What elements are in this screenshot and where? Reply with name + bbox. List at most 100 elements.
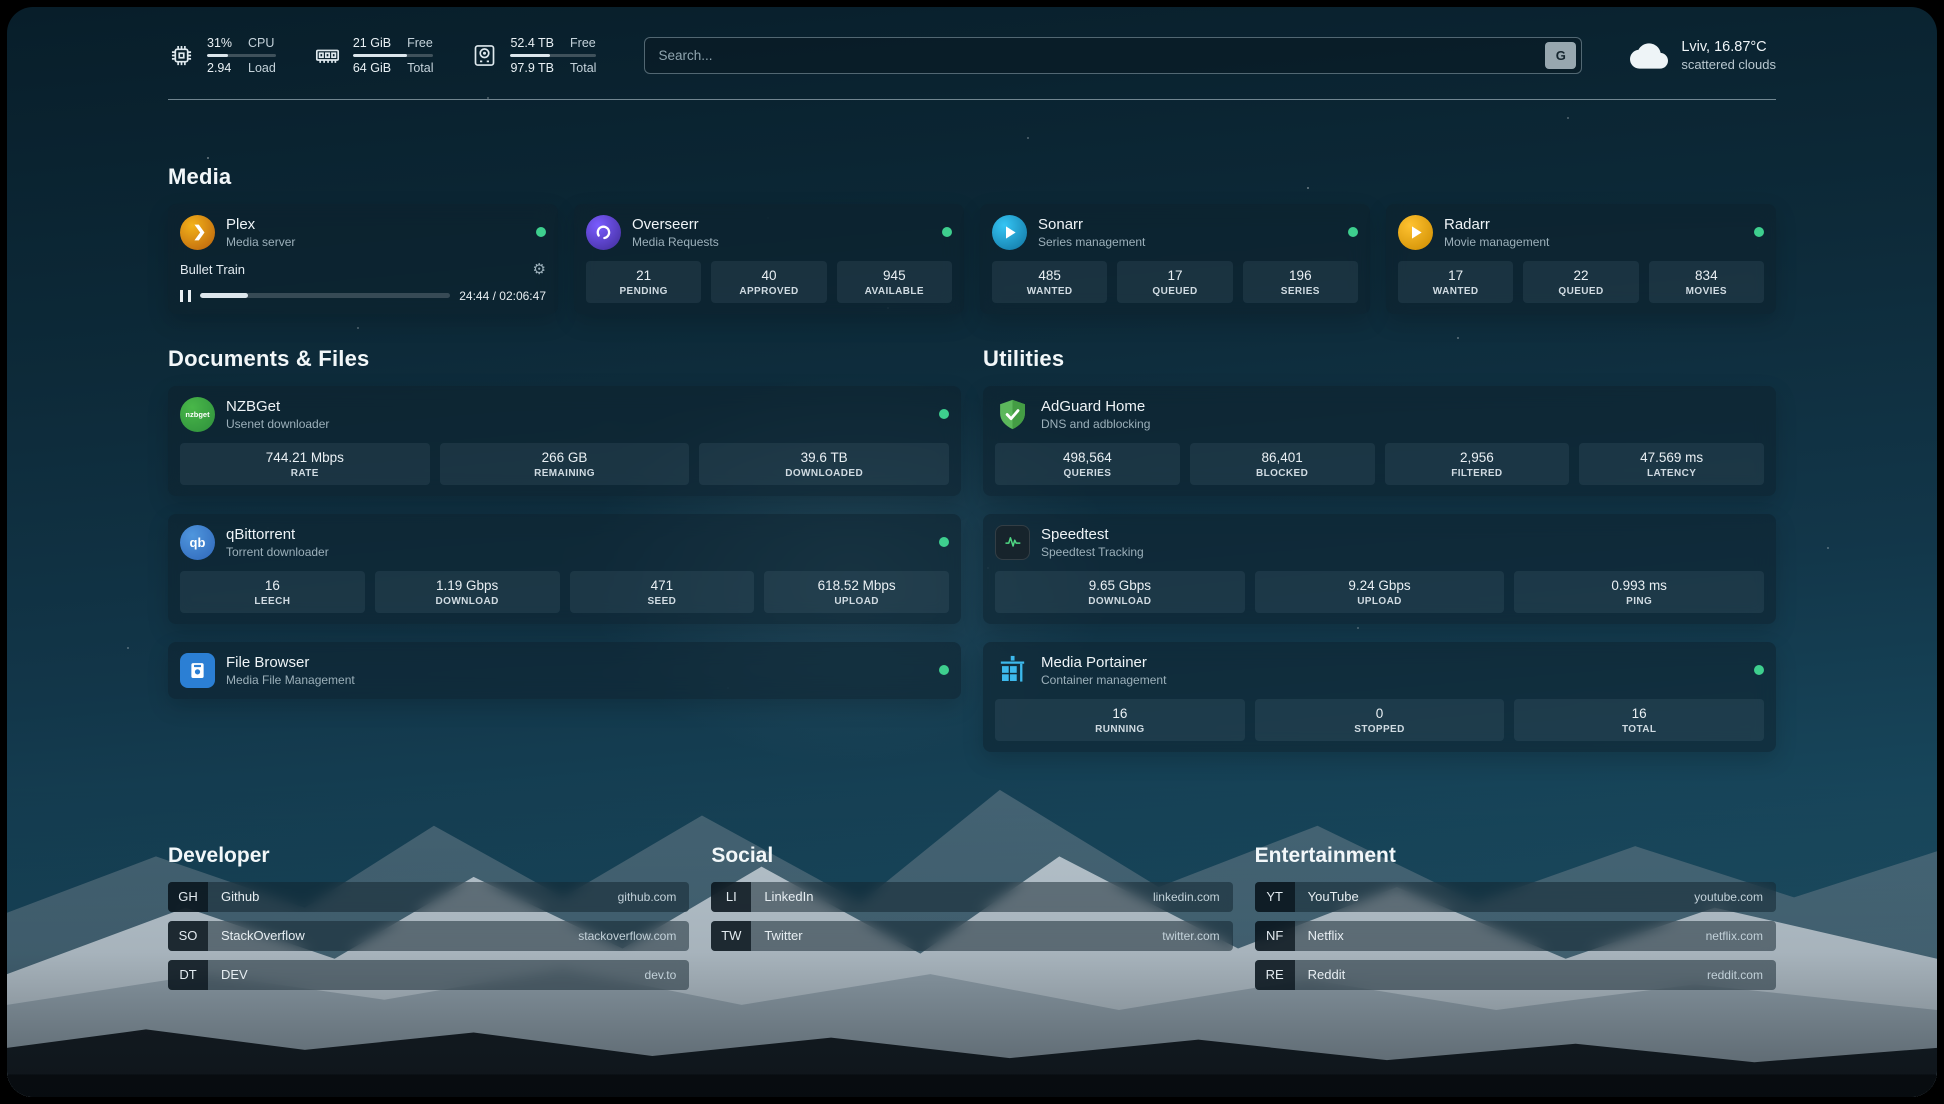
bookmark-url: github.com xyxy=(618,882,677,912)
status-dot xyxy=(1754,227,1764,237)
service-name: NZBGet xyxy=(226,398,329,415)
stat-available: 945AVAILABLE xyxy=(837,261,952,303)
bookmark-name: Github xyxy=(221,882,259,912)
service-card-speedtest[interactable]: Speedtest Speedtest Tracking 9.65 GbpsDO… xyxy=(983,514,1776,624)
stat-queued: 22QUEUED xyxy=(1523,261,1638,303)
memory-total: 64 GiB xyxy=(353,60,391,76)
dashboard-window: 31% CPU 2.94 Load 21 GiB xyxy=(7,7,1937,1097)
bookmark-name: YouTube xyxy=(1308,882,1359,912)
cpu-widget: 31% CPU 2.94 Load xyxy=(168,35,276,77)
gear-icon[interactable]: ⚙ xyxy=(533,262,546,277)
stat-latency: 47.569 msLATENCY xyxy=(1579,443,1764,485)
plex-icon xyxy=(180,215,215,250)
stat-leech: 16LEECH xyxy=(180,571,365,613)
bookmark-url: twitter.com xyxy=(1162,921,1219,951)
stat-download: 9.65 GbpsDOWNLOAD xyxy=(995,571,1245,613)
playback-progress-bar xyxy=(200,293,450,298)
stat-upload: 618.52 MbpsUPLOAD xyxy=(764,571,949,613)
bookmark-youtube[interactable]: YT YouTube youtube.com xyxy=(1255,882,1776,912)
service-card-nzbget[interactable]: nzbget NZBGet Usenet downloader 744.21 M… xyxy=(168,386,961,496)
cpu-usage-bar xyxy=(207,54,276,57)
service-name: Overseerr xyxy=(632,216,719,233)
bookmark-abbr: GH xyxy=(168,882,208,912)
bookmark-abbr: RE xyxy=(1255,960,1295,990)
snow-speckles xyxy=(7,7,9,9)
cpu-label: CPU xyxy=(248,35,276,51)
stat-downloaded: 39.6 TBDOWNLOADED xyxy=(699,443,949,485)
service-card-portainer[interactable]: Media Portainer Container management 16R… xyxy=(983,642,1776,752)
qbittorrent-icon: qb xyxy=(180,525,215,560)
service-name: Speedtest xyxy=(1041,526,1144,543)
bookmark-linkedin[interactable]: LI LinkedIn linkedin.com xyxy=(711,882,1232,912)
service-card-plex[interactable]: Plex Media server Bullet Train ⚙ 24:44 /… xyxy=(168,204,558,314)
disk-widget: 52.4 TB Free 97.9 TB Total xyxy=(471,35,596,77)
search-provider-button[interactable]: G xyxy=(1545,42,1576,69)
bookmark-name: Reddit xyxy=(1308,960,1346,990)
stat-pending: 21PENDING xyxy=(586,261,701,303)
bookmark-github[interactable]: GH Github github.com xyxy=(168,882,689,912)
service-card-sonarr[interactable]: Sonarr Series management 485WANTED 17QUE… xyxy=(980,204,1370,314)
bookmark-group-social: Social LI LinkedIn linkedin.com TW Twitt… xyxy=(711,844,1232,999)
cloud-icon xyxy=(1630,37,1668,75)
disk-free: 52.4 TB xyxy=(510,35,554,51)
cpu-load-label: Load xyxy=(248,60,276,76)
memory-total-label: Total xyxy=(407,60,433,76)
service-name: Radarr xyxy=(1444,216,1549,233)
status-dot xyxy=(939,409,949,419)
speedtest-pulse-icon xyxy=(995,525,1030,560)
cpu-icon xyxy=(168,42,195,69)
service-subtitle: Media File Management xyxy=(226,673,355,687)
bookmark-url: netflix.com xyxy=(1706,921,1763,951)
bookmark-url: reddit.com xyxy=(1707,960,1763,990)
service-subtitle: Speedtest Tracking xyxy=(1041,545,1144,559)
service-card-adguard[interactable]: AdGuard Home DNS and adblocking 498,564Q… xyxy=(983,386,1776,496)
service-subtitle: Series management xyxy=(1038,235,1145,249)
service-subtitle: DNS and adblocking xyxy=(1041,417,1150,431)
bookmark-group-entertainment: Entertainment YT YouTube youtube.com NF … xyxy=(1255,844,1776,999)
search-bar[interactable]: G xyxy=(644,37,1582,74)
service-subtitle: Movie management xyxy=(1444,235,1549,249)
bookmark-dev[interactable]: DT DEV dev.to xyxy=(168,960,689,990)
service-name: AdGuard Home xyxy=(1041,398,1150,415)
search-input[interactable] xyxy=(658,48,1537,63)
stat-wanted: 485WANTED xyxy=(992,261,1107,303)
resource-metrics: 31% CPU 2.94 Load 21 GiB xyxy=(168,35,596,77)
service-card-overseerr[interactable]: Overseerr Media Requests 21PENDING 40APP… xyxy=(574,204,964,314)
memory-icon xyxy=(314,42,341,69)
service-subtitle: Container management xyxy=(1041,673,1166,687)
adguard-shield-icon xyxy=(995,397,1030,432)
section-title-documents: Documents & Files xyxy=(168,346,961,372)
pause-button[interactable] xyxy=(180,290,191,302)
service-name: File Browser xyxy=(226,654,355,671)
memory-free: 21 GiB xyxy=(353,35,391,51)
stat-approved: 40APPROVED xyxy=(711,261,826,303)
bookmark-group-developer: Developer GH Github github.com SO StackO… xyxy=(168,844,689,999)
service-subtitle: Media server xyxy=(226,235,295,249)
service-name: Media Portainer xyxy=(1041,654,1166,671)
bookmark-abbr: SO xyxy=(168,921,208,951)
bookmark-netflix[interactable]: NF Netflix netflix.com xyxy=(1255,921,1776,951)
bookmark-group-title: Developer xyxy=(168,844,689,868)
disk-total: 97.9 TB xyxy=(510,60,554,76)
stat-series: 196SERIES xyxy=(1243,261,1358,303)
service-card-filebrowser[interactable]: File Browser Media File Management xyxy=(168,642,961,699)
section-media: Media Plex Media server xyxy=(168,164,1776,314)
section-documents: Documents & Files nzbget NZBGet Usenet d… xyxy=(168,346,961,699)
status-dot xyxy=(536,227,546,237)
stat-blocked: 86,401BLOCKED xyxy=(1190,443,1375,485)
service-subtitle: Usenet downloader xyxy=(226,417,329,431)
bookmark-stackoverflow[interactable]: SO StackOverflow stackoverflow.com xyxy=(168,921,689,951)
stat-queued: 17QUEUED xyxy=(1117,261,1232,303)
disk-total-label: Total xyxy=(570,60,596,76)
memory-widget: 21 GiB Free 64 GiB Total xyxy=(314,35,434,77)
service-name: qBittorrent xyxy=(226,526,329,543)
filebrowser-icon xyxy=(180,653,215,688)
bookmark-reddit[interactable]: RE Reddit reddit.com xyxy=(1255,960,1776,990)
stat-total: 16TOTAL xyxy=(1514,699,1764,741)
service-card-radarr[interactable]: Radarr Movie management 17WANTED 22QUEUE… xyxy=(1386,204,1776,314)
bookmark-twitter[interactable]: TW Twitter twitter.com xyxy=(711,921,1232,951)
stat-movies: 834MOVIES xyxy=(1649,261,1764,303)
bookmark-abbr: TW xyxy=(711,921,751,951)
service-card-qbittorrent[interactable]: qb qBittorrent Torrent downloader 16LEEC… xyxy=(168,514,961,624)
section-title-media: Media xyxy=(168,164,1776,190)
